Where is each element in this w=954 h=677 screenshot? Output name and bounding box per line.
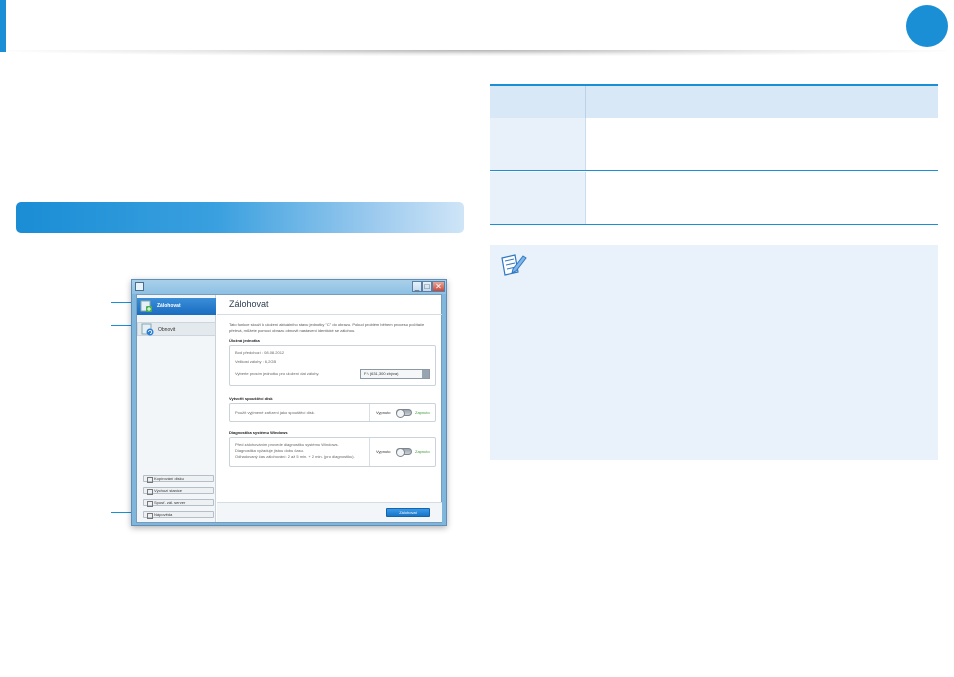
recovery-app-window: _ □ ✕ Zálohovat Obnovit Kopírování disku… [131,279,447,526]
backup-size-text: Velikost zálohy : 6,2GB [235,359,277,364]
header-accent-bar [0,0,6,52]
table-cell-label [490,118,585,170]
toggle-off-label: Vypnuto [376,449,391,454]
rescue-disk-text: Použít vyjímené zařízení jako spouštěcí … [235,410,315,415]
rescue-disk-section-label: Vytvořit spouštěcí disk [229,396,273,401]
diagnostics-section-label: Diagnostika systému Windows [229,430,288,435]
sidebar-item-label: Zálohovat [157,303,181,309]
header-divider [6,50,946,56]
minimize-button[interactable]: _ [412,281,422,292]
drive-select[interactable]: F:\ (631,300 zbýva) [360,369,430,379]
table-row [490,118,938,171]
maximize-button[interactable]: □ [422,281,432,292]
toggle-on-label: Zapnuto [415,449,430,454]
main-panel: Zálohovat Tato funkce slouží k uložení a… [217,295,442,522]
rescue-disk-toggle-area: Vypnuto Zapnuto [369,404,435,421]
backup-icon [140,300,152,312]
diagnostics-line-3: Odhadovaný čas zálohování: 2 až 5 min. +… [235,454,355,459]
window-content: Zálohovat Obnovit Kopírování disku Výcho… [136,294,442,523]
storage-group: Bod předchozí : 08.08.2012 Velikost zálo… [229,345,436,386]
action-bar: Zálohovat [217,502,442,522]
disk-copy-button[interactable]: Kopírování disku [143,475,214,483]
title-divider [217,314,442,315]
rescue-disk-group: Použít vyjímené zařízení jako spouštěcí … [229,403,436,422]
table-cell-value [585,118,938,170]
help-button[interactable]: Nápověda [143,511,214,519]
pencil-note-icon [501,254,527,276]
backup-description: Tato funkce slouží k uložení aktuálního … [229,322,425,333]
table-header [490,84,938,118]
section-heading-bar [16,202,464,233]
start-backup-server-button[interactable]: Spusť. zál. server [143,499,214,507]
sidebar: Zálohovat Obnovit Kopírování disku Výcho… [137,295,216,522]
last-backup-text: Bod předchozí : 08.08.2012 [235,350,285,355]
table-cell-value [585,172,938,224]
sidebar-item-label: Obnovit [158,327,176,333]
note-box [490,245,938,460]
storage-section-label: Úložná jednotka [229,338,260,343]
sidebar-item-restore[interactable]: Obnovit [137,322,216,336]
toggle-off-label: Vypnuto [376,410,391,415]
page-number-badge [906,5,948,47]
toggle-on-label: Zapnuto [415,410,430,415]
window-title-bar: _ □ ✕ [132,280,446,294]
diagnostics-group: Před zálohováním provede diagnostiku sys… [229,437,436,467]
table-cell-label [490,172,585,224]
header-column-divider [585,86,586,118]
close-button[interactable]: ✕ [432,281,445,292]
select-drive-prompt: Vyberte prosím jednotku pro uložení dat … [235,371,320,376]
restore-icon [141,323,154,336]
diagnostics-toggle-area: Vypnuto Zapnuto [369,438,435,466]
table-row [490,172,938,225]
rescue-disk-toggle[interactable] [396,409,412,418]
diagnostics-toggle[interactable] [396,448,412,457]
page-title: Zálohovat [229,299,269,309]
manual-page: _ □ ✕ Zálohovat Obnovit Kopírování disku… [0,0,954,677]
app-icon [135,282,144,291]
default-station-button[interactable]: Výchozí stanice [143,487,214,495]
sidebar-item-backup[interactable]: Zálohovat [137,298,216,315]
backup-button[interactable]: Zálohovat [386,508,430,517]
